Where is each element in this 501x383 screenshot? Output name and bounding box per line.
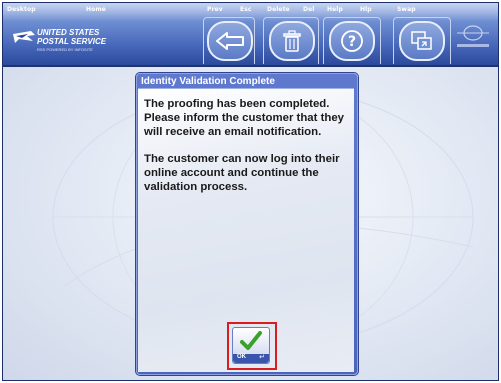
help-key: Hlp xyxy=(360,6,372,13)
ok-button[interactable]: OK ↵ xyxy=(232,327,270,364)
message-line: The customer can now log into their xyxy=(144,153,340,165)
toolbar: Desktop Home UNITED STATES POSTAL SERVIC… xyxy=(3,3,498,67)
message-line: validation process. xyxy=(144,181,248,193)
delete-key: Del xyxy=(303,6,315,13)
message-line: will receive an email notification. xyxy=(144,126,322,138)
eagle-icon xyxy=(13,31,35,43)
question-icon: ? xyxy=(341,30,363,52)
help-label: Help xyxy=(327,6,343,13)
swap-label: Swap xyxy=(397,6,416,13)
ok-highlight: OK ↵ xyxy=(227,322,277,370)
swap-windows-icon xyxy=(411,31,432,50)
message-line: The proofing has been completed. xyxy=(144,98,330,110)
message-line: online account and continue the xyxy=(144,167,319,179)
dialog-message-2: The customer can now log into their onli… xyxy=(144,152,354,194)
ok-label: OK xyxy=(237,354,246,360)
company-logo-icon xyxy=(457,25,489,47)
usps-name-line1: UNITED STATES xyxy=(37,28,100,37)
prev-label: Prev xyxy=(207,6,223,13)
app-window: Desktop Home UNITED STATES POSTAL SERVIC… xyxy=(2,2,499,381)
usps-name-line2: POSTAL SERVICE xyxy=(37,37,107,46)
desktop-label[interactable]: Desktop xyxy=(7,6,36,13)
message-line: Please inform the customer that they xyxy=(144,112,345,124)
delete-label: Delete xyxy=(267,6,290,13)
swap-button[interactable] xyxy=(399,21,445,61)
arrow-left-icon xyxy=(216,32,244,50)
checkmark-icon xyxy=(240,331,262,350)
prev-key: Esc xyxy=(240,6,252,13)
help-button[interactable]: ? xyxy=(329,21,375,61)
trash-icon xyxy=(283,30,301,52)
dialog-title: Identity Validation Complete xyxy=(141,76,275,87)
dialog-message-1: The proofing has been completed. Please … xyxy=(144,97,354,139)
usps-logo: UNITED STATES POSTAL SERVICE RSS POWERED… xyxy=(9,24,107,58)
svg-text:?: ? xyxy=(348,34,356,50)
prev-button[interactable] xyxy=(207,21,253,61)
enter-key-icon: ↵ xyxy=(259,354,265,361)
delete-button[interactable] xyxy=(269,21,315,61)
home-label[interactable]: Home xyxy=(86,6,106,13)
usps-tagline: RSS POWERED BY INFOSITE xyxy=(37,47,93,52)
